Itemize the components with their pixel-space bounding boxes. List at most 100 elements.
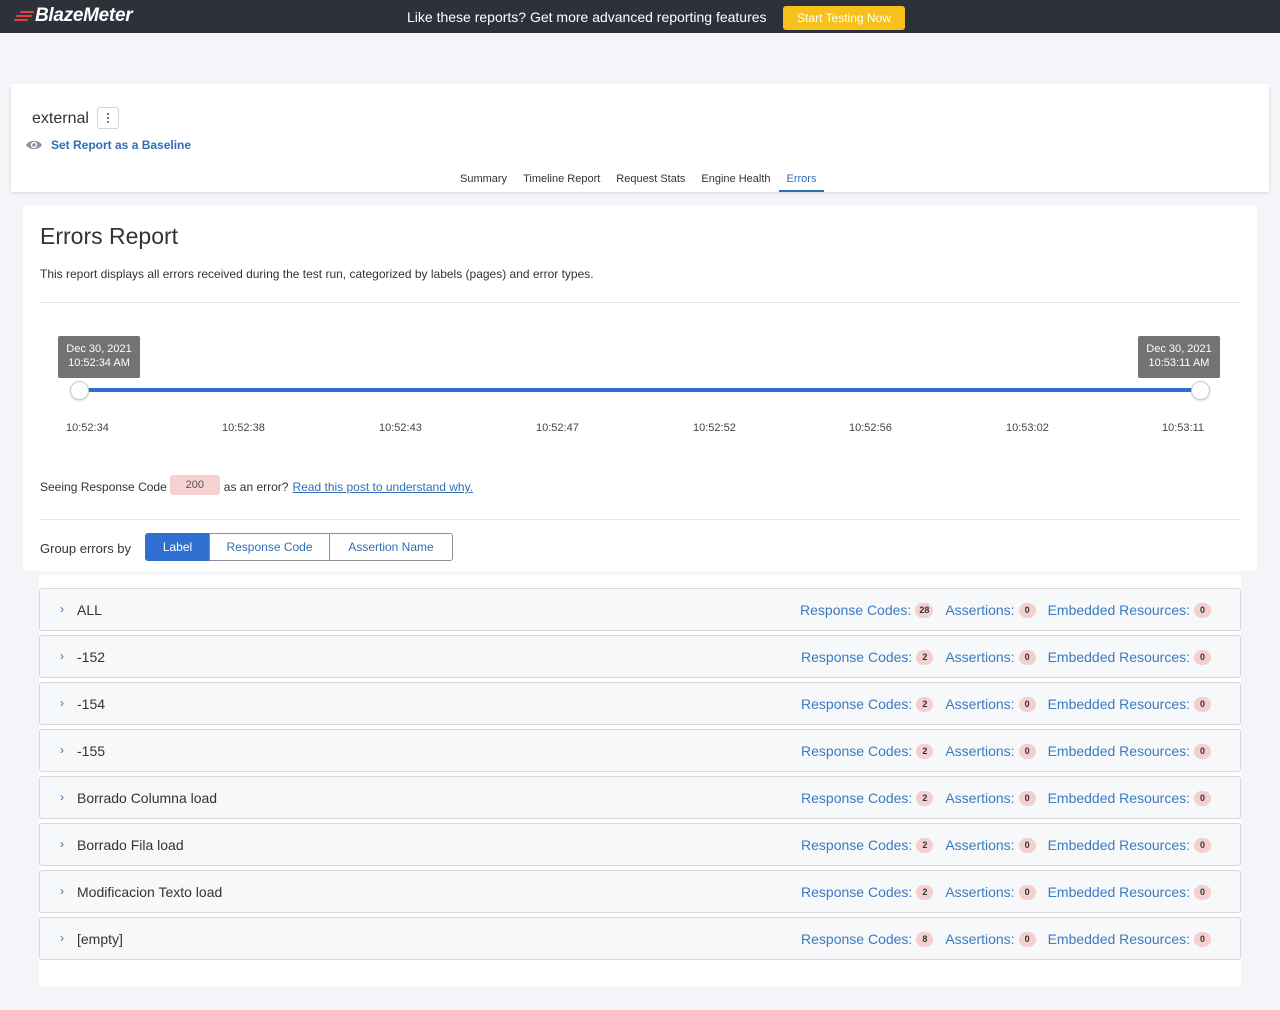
- blazemeter-logo[interactable]: BlazeMeter: [14, 5, 133, 27]
- set-baseline-link[interactable]: Set Report as a Baseline: [25, 138, 191, 152]
- time-range-slider-track[interactable]: [79, 388, 1201, 392]
- embedded-resources-stat[interactable]: Embedded Resources: 0: [1048, 602, 1211, 618]
- row-label: -152: [77, 649, 106, 665]
- rc-note-suffix: as an error?: [223, 480, 289, 494]
- report-header: external Set Report as a Baseline Summar…: [11, 84, 1269, 192]
- error-group-row[interactable]: › Borrado Columna load Response Codes: 2 …: [39, 776, 1241, 819]
- errors-report-panel: Errors Report This report displays all e…: [23, 205, 1257, 571]
- chevron-right-icon[interactable]: ›: [60, 790, 64, 804]
- time-tick: 10:52:34: [66, 422, 109, 434]
- embedded-resources-stat[interactable]: Embedded Resources: 0: [1048, 696, 1211, 712]
- count-badge: 0: [1018, 790, 1036, 806]
- count-badge: 0: [1018, 649, 1036, 665]
- range-end-tooltip: Dec 30, 2021 10:53:11 AM: [1138, 336, 1220, 378]
- stat-label: Response Codes:: [801, 884, 913, 900]
- count-badge: 0: [1194, 884, 1211, 900]
- page-title: Errors Report: [40, 223, 179, 249]
- assertions-stat[interactable]: Assertions: 0: [945, 602, 1036, 618]
- row-label: [empty]: [77, 931, 123, 947]
- stat-label: Assertions:: [945, 790, 1015, 806]
- chevron-right-icon[interactable]: ›: [60, 696, 64, 710]
- kebab-menu-icon[interactable]: [97, 107, 119, 129]
- chevron-right-icon[interactable]: ›: [60, 649, 64, 663]
- group-errors-label: Group errors by: [40, 541, 132, 556]
- report-name: external: [32, 110, 89, 127]
- row-stats: Response Codes: 2 Assertions: 0 Embedded R…: [801, 743, 1211, 759]
- row-label: -155: [77, 743, 106, 759]
- embedded-resources-stat[interactable]: Embedded Resources: 0: [1048, 649, 1211, 665]
- error-group-row[interactable]: › -155 Response Codes: 2 Assertions: 0 Emb…: [39, 729, 1241, 772]
- count-badge: 0: [1194, 649, 1211, 665]
- response-code-note: Seeing Response Code 200 as an error? Re…: [40, 475, 473, 497]
- tab-summary[interactable]: Summary: [452, 170, 515, 192]
- page-description: This report displays all errors received…: [40, 267, 594, 281]
- range-end-time: 10:53:11 AM: [1148, 357, 1210, 369]
- start-testing-button[interactable]: Start Testing Now: [783, 6, 905, 30]
- error-group-row[interactable]: › -154 Response Codes: 2 Assertions: 0 Emb…: [39, 682, 1241, 725]
- embedded-resources-stat[interactable]: Embedded Resources: 0: [1048, 790, 1211, 806]
- chevron-right-icon[interactable]: ›: [60, 837, 64, 851]
- error-group-row[interactable]: › -152 Response Codes: 2 Assertions: 0 Emb…: [39, 635, 1241, 678]
- row-label: -154: [77, 696, 106, 712]
- read-post-link[interactable]: Read this post to understand why.: [292, 480, 473, 494]
- count-badge: 2: [916, 649, 934, 665]
- row-stats: Response Codes: 8 Assertions: 0 Embedded R…: [801, 931, 1211, 947]
- response-codes-stat[interactable]: Response Codes: 28: [800, 602, 934, 618]
- assertions-stat[interactable]: Assertions: 0: [945, 884, 1036, 900]
- stat-label: Response Codes:: [801, 837, 913, 853]
- stat-label: Assertions:: [945, 696, 1015, 712]
- stat-label: Response Codes:: [801, 696, 913, 712]
- embedded-resources-stat[interactable]: Embedded Resources: 0: [1048, 837, 1211, 853]
- stat-label: Embedded Resources:: [1047, 837, 1190, 853]
- assertions-stat[interactable]: Assertions: 0: [945, 837, 1036, 853]
- group-by-label-button[interactable]: Label: [145, 533, 210, 561]
- error-group-row[interactable]: › ALL Response Codes: 28 Assertions: 0 Emb…: [39, 588, 1241, 631]
- row-label: Borrado Columna load: [77, 790, 218, 806]
- response-codes-stat[interactable]: Response Codes: 2: [801, 649, 934, 665]
- stat-label: Embedded Resources:: [1047, 790, 1190, 806]
- tab-timeline-report[interactable]: Timeline Report: [515, 170, 608, 192]
- response-codes-stat[interactable]: Response Codes: 8: [801, 931, 934, 947]
- assertions-stat[interactable]: Assertions: 0: [945, 743, 1036, 759]
- tab-request-stats[interactable]: Request Stats: [608, 170, 693, 192]
- error-group-row[interactable]: › [empty] Response Codes: 8 Assertions: 0 …: [39, 917, 1241, 960]
- stat-label: Embedded Resources:: [1047, 696, 1190, 712]
- group-by-assertion-name-button[interactable]: Assertion Name: [329, 533, 453, 561]
- row-label: Modificacion Texto load: [77, 884, 223, 900]
- assertions-stat[interactable]: Assertions: 0: [945, 649, 1036, 665]
- response-codes-stat[interactable]: Response Codes: 2: [801, 743, 934, 759]
- error-group-row[interactable]: › Borrado Fila load Response Codes: 2 Ass…: [39, 823, 1241, 866]
- chevron-right-icon[interactable]: ›: [60, 931, 64, 945]
- count-badge: 0: [1194, 602, 1211, 618]
- tab-errors[interactable]: Errors: [778, 170, 825, 192]
- response-codes-stat[interactable]: Response Codes: 2: [801, 837, 934, 853]
- tab-engine-health[interactable]: Engine Health: [693, 170, 778, 192]
- rc-note-prefix: Seeing Response Code: [40, 480, 167, 494]
- count-badge: 0: [1194, 837, 1211, 853]
- embedded-resources-stat[interactable]: Embedded Resources: 0: [1048, 931, 1211, 947]
- error-group-row[interactable]: › Modificacion Texto load Response Codes…: [39, 870, 1241, 913]
- row-stats: Response Codes: 2 Assertions: 0 Embedded R…: [801, 884, 1211, 900]
- group-by-response-code-button[interactable]: Response Code: [209, 533, 330, 561]
- report-tabs: Summary Timeline Report Request Stats En…: [452, 170, 825, 192]
- embedded-resources-stat[interactable]: Embedded Resources: 0: [1048, 743, 1211, 759]
- row-stats: Response Codes: 2 Assertions: 0 Embedded R…: [801, 837, 1211, 853]
- response-codes-stat[interactable]: Response Codes: 2: [801, 696, 934, 712]
- stat-label: Embedded Resources:: [1047, 602, 1190, 618]
- time-tick: 10:53:02: [1006, 422, 1049, 434]
- chevron-right-icon[interactable]: ›: [60, 743, 64, 757]
- range-end-handle[interactable]: [1191, 381, 1210, 400]
- stat-label: Response Codes:: [801, 743, 913, 759]
- range-start-handle[interactable]: [70, 381, 89, 400]
- response-codes-stat[interactable]: Response Codes: 2: [801, 884, 934, 900]
- time-tick: 10:52:43: [379, 422, 422, 434]
- embedded-resources-stat[interactable]: Embedded Resources: 0: [1048, 884, 1211, 900]
- chevron-right-icon[interactable]: ›: [60, 602, 64, 616]
- stat-label: Assertions:: [945, 931, 1015, 947]
- assertions-stat[interactable]: Assertions: 0: [945, 790, 1036, 806]
- assertions-stat[interactable]: Assertions: 0: [945, 931, 1036, 947]
- response-codes-stat[interactable]: Response Codes: 2: [801, 790, 934, 806]
- chevron-right-icon[interactable]: ›: [60, 884, 64, 898]
- error-groups-list: › ALL Response Codes: 28 Assertions: 0 Emb…: [39, 575, 1241, 987]
- assertions-stat[interactable]: Assertions: 0: [945, 696, 1036, 712]
